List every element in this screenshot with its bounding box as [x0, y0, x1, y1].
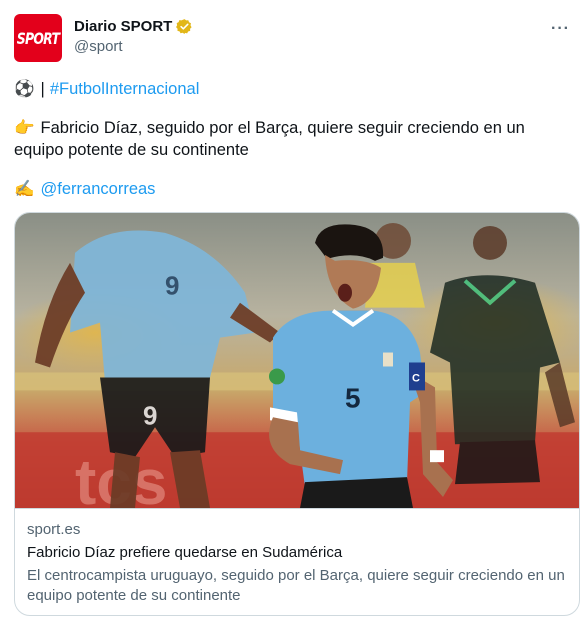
captain-armband-text: C [412, 372, 420, 384]
tweet-line-author: ✍️ @ferrancorreas [14, 178, 574, 200]
pointing-hand-icon: 👉 [14, 119, 35, 137]
tweet-header: SPORT Diario SPORT @sport ··· [14, 14, 578, 64]
display-name[interactable]: Diario SPORT [74, 18, 172, 35]
tweet-line-hashtag: ⚽ | #FutbolInternacional [14, 78, 574, 100]
hashtag-link[interactable]: #FutbolInternacional [50, 78, 200, 100]
card-image[interactable]: tcs 9 9 [15, 213, 580, 509]
svg-text:9: 9 [143, 402, 157, 430]
left-shirt-number: 9 [165, 273, 179, 301]
avatar[interactable]: SPORT [14, 14, 62, 62]
front-shirt-number: 5 [345, 382, 361, 413]
card-meta[interactable]: sport.es Fabricio Díaz prefiere quedarse… [27, 521, 567, 606]
link-card[interactable]: tcs 9 9 [14, 212, 580, 616]
more-options-icon[interactable]: ··· [551, 20, 570, 38]
card-domain[interactable]: sport.es [27, 521, 567, 538]
account-names: Diario SPORT @sport [74, 18, 193, 55]
soccer-ball-icon: ⚽ [14, 80, 35, 98]
card-description[interactable]: El centrocampista uruguayo, seguido por … [27, 566, 567, 606]
writing-hand-icon: ✍️ [14, 180, 35, 198]
tweet-body-text: Fabricio Díaz, seguido por el Barça, qui… [14, 119, 525, 159]
gold-verified-icon [176, 19, 192, 34]
mention-link[interactable]: @ferrancorreas [41, 178, 156, 200]
tweet-line-body: 👉 Fabricio Díaz, seguido por el Barça, qu… [14, 117, 574, 161]
account-handle[interactable]: @sport [74, 38, 193, 55]
logo-text: SPORT [16, 28, 60, 48]
name-row: Diario SPORT [74, 18, 193, 35]
separator: | [40, 80, 45, 98]
card-title[interactable]: Fabricio Díaz prefiere quedarse en Sudam… [27, 544, 567, 561]
